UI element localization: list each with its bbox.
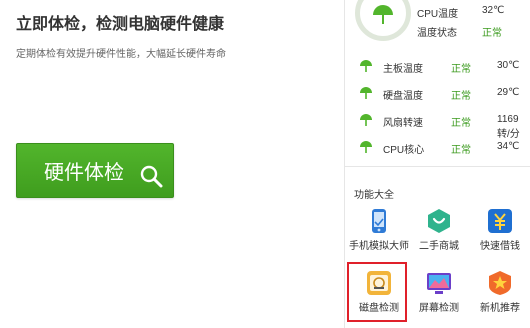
feature-label: 新机推荐 (480, 303, 520, 314)
cpu-temp-value: 32℃ (482, 5, 505, 16)
feature-screen-check[interactable]: 屏幕检测 (409, 264, 469, 324)
reading-label: 主板温度 (383, 64, 423, 75)
reading-value: 34℃ (497, 141, 520, 152)
feature-label: 手机模拟大师 (349, 241, 409, 252)
umbrella-icon (360, 141, 372, 153)
reading-status: 正常 (451, 91, 471, 102)
umbrella-icon (360, 114, 372, 126)
status-sidebar: CPU温度 32℃ 温度状态 正常 主板温度 正常 30℃ 硬盘温度 正常 29… (344, 0, 530, 328)
reading-value: 1169转/分 (497, 114, 520, 140)
new-device-icon (489, 271, 511, 295)
reading-status: 正常 (451, 118, 471, 129)
feature-phone-emulator[interactable]: 手机模拟大师 (349, 202, 409, 262)
second-hand-market-icon (428, 209, 450, 233)
page-headline: 立即体检，检测电脑硬件健康 (16, 16, 225, 33)
hardware-check-button-label: 硬件体检 (44, 162, 124, 184)
temperature-gauge (355, 0, 411, 41)
cpu-temp-row: CPU温度 32℃ (417, 5, 504, 20)
temp-state-label: 温度状态 (417, 28, 457, 39)
reading-value: 30℃ (497, 60, 520, 71)
temp-state-row: 温度状态 正常 (417, 24, 502, 39)
magnifier-icon (140, 165, 163, 188)
hardware-check-panel: 立即体检，检测电脑硬件健康 定期体检有效提升硬件性能，大幅延长硬件寿命 硬件体检 (0, 0, 344, 328)
hardware-check-button[interactable]: 硬件体检 (16, 143, 174, 198)
selection-highlight (347, 262, 407, 322)
features-title: 功能大全 (354, 190, 394, 201)
reading-value: 29℃ (497, 87, 520, 98)
feature-quick-loan[interactable]: 快速借钱 (470, 202, 530, 262)
feature-label: 二手商城 (419, 241, 459, 252)
reading-row-disk: 硬盘温度 正常 29℃ (359, 85, 529, 102)
divider (345, 166, 530, 167)
reading-label: CPU核心 (383, 145, 425, 156)
reading-label: 风扇转速 (383, 118, 423, 129)
umbrella-icon (360, 60, 372, 72)
reading-status: 正常 (451, 64, 471, 75)
reading-row-cpu-core: CPU核心 正常 34℃ (359, 139, 529, 156)
feature-second-hand-market[interactable]: 二手商城 (409, 202, 469, 262)
feature-new-device[interactable]: 新机推荐 (470, 264, 530, 324)
page-subheadline: 定期体检有效提升硬件性能，大幅延长硬件寿命 (16, 49, 226, 60)
reading-label: 硬盘温度 (383, 91, 423, 102)
temp-state-value: 正常 (482, 28, 502, 39)
screen-check-icon (427, 273, 451, 294)
feature-label: 屏幕检测 (419, 303, 459, 314)
umbrella-icon (360, 87, 372, 99)
quick-loan-icon (488, 209, 512, 233)
phone-emulator-icon (372, 209, 386, 233)
reading-row-motherboard: 主板温度 正常 30℃ (359, 58, 529, 75)
feature-label: 快速借钱 (480, 241, 520, 252)
reading-status: 正常 (451, 145, 471, 156)
reading-row-fan: 风扇转速 正常 1169转/分 (359, 112, 529, 140)
umbrella-icon (373, 5, 393, 24)
cpu-temp-label: CPU温度 (417, 9, 459, 20)
